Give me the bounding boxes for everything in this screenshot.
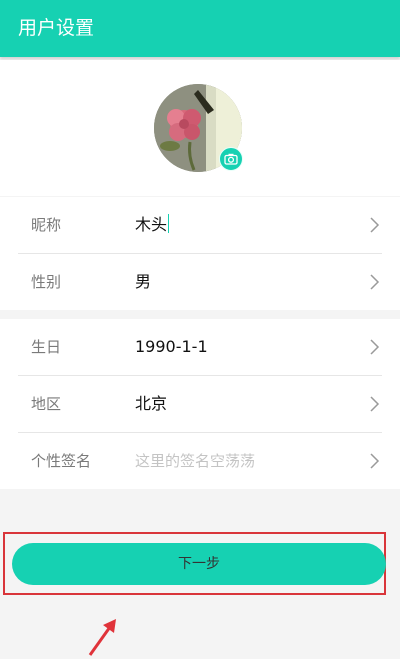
nickname-label: 昵称 — [31, 216, 62, 234]
nickname-row[interactable]: 昵称 木头 — [0, 197, 400, 253]
top-bar: 用户设置 — [0, 0, 400, 57]
nickname-value[interactable]: 木头 — [135, 214, 170, 236]
signature-row[interactable]: 个性签名 这里的签名空荡荡 — [0, 433, 400, 489]
region-value: 北京 — [135, 394, 168, 413]
chevron-right-icon — [370, 217, 380, 233]
details-section: 生日 1990-1-1 地区 北京 个性签名 这里的签名空荡荡 — [0, 319, 400, 489]
chevron-right-icon — [370, 453, 380, 469]
birthday-label: 生日 — [31, 338, 62, 356]
region-label: 地区 — [31, 395, 62, 413]
gender-label: 性别 — [31, 273, 62, 291]
basic-info-section: 昵称 木头 性别 男 — [0, 197, 400, 310]
page-title: 用户设置 — [18, 17, 95, 39]
signature-label: 个性签名 — [31, 452, 92, 470]
gender-value: 男 — [135, 272, 152, 291]
annotation-arrow-icon — [88, 619, 116, 656]
avatar-section — [0, 60, 400, 196]
next-step-button[interactable]: 下一步 — [12, 543, 386, 585]
chevron-right-icon — [370, 274, 380, 290]
gender-row[interactable]: 性别 男 — [0, 254, 400, 310]
camera-icon[interactable] — [219, 147, 243, 171]
birthday-row[interactable]: 生日 1990-1-1 — [0, 319, 400, 375]
chevron-right-icon — [370, 339, 380, 355]
nickname-text: 木头 — [135, 215, 168, 234]
chevron-right-icon — [370, 396, 380, 412]
region-row[interactable]: 地区 北京 — [0, 376, 400, 432]
signature-field[interactable]: 这里的签名空荡荡 — [135, 450, 255, 472]
birthday-value: 1990-1-1 — [135, 337, 208, 356]
text-cursor — [168, 214, 170, 233]
